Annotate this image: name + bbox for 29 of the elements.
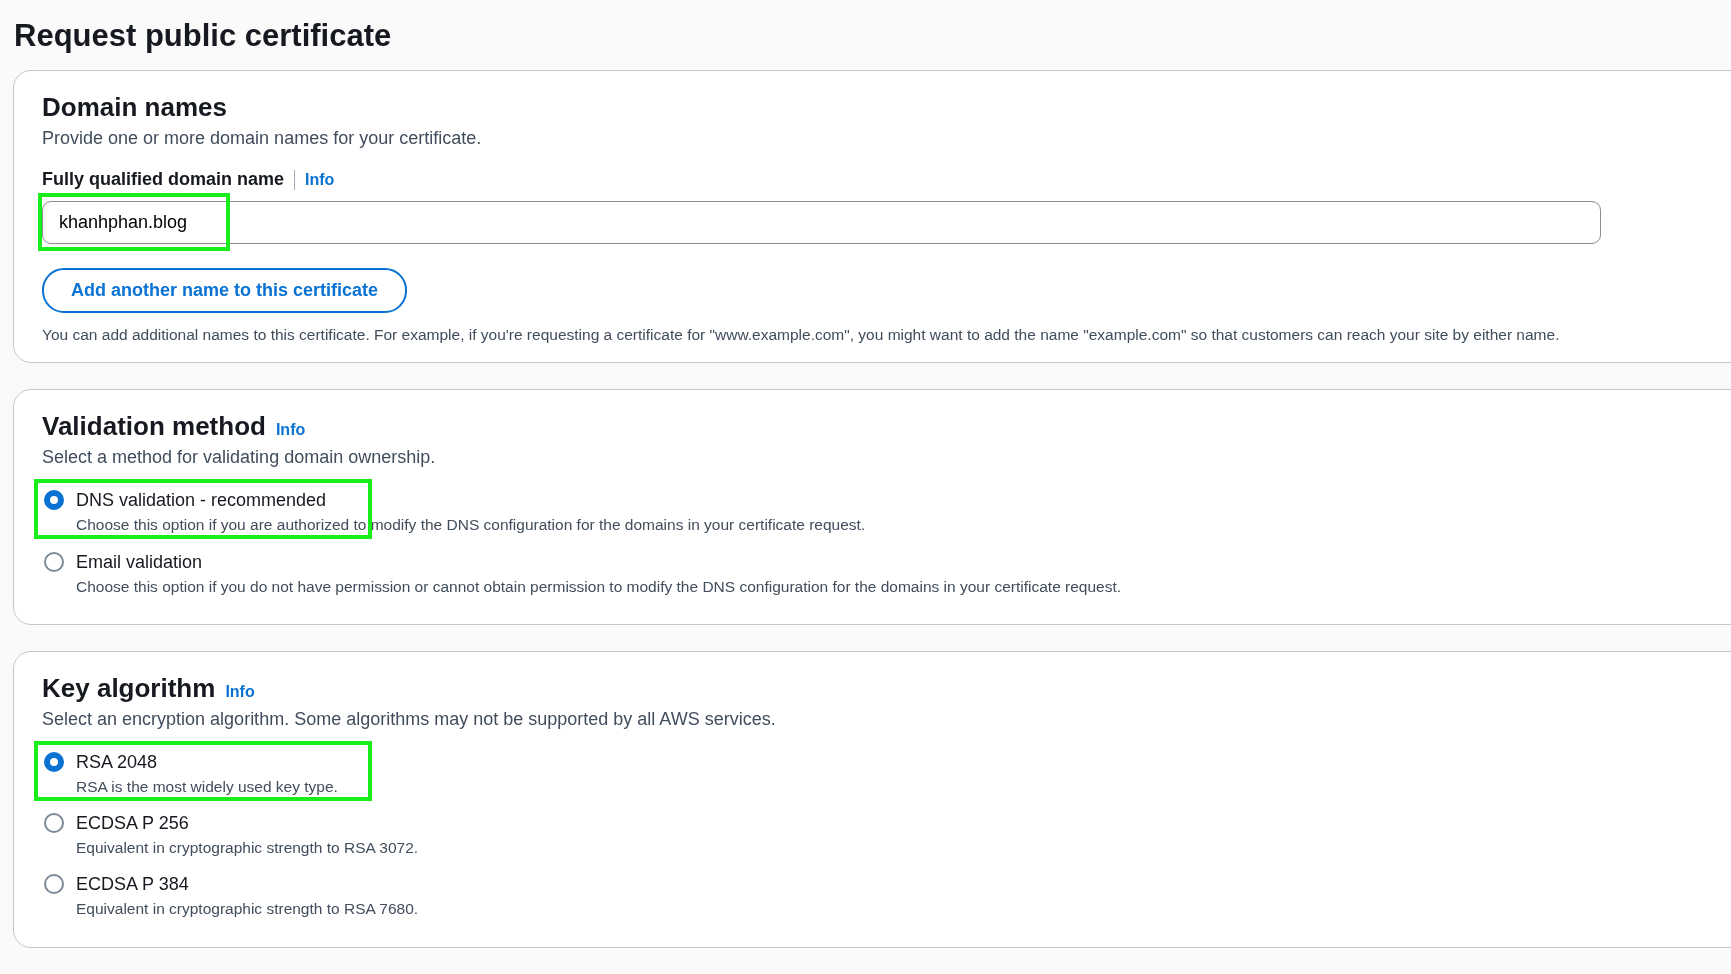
section-heading: Domain names <box>42 91 227 124</box>
option-label: ECDSA P 384 <box>76 873 190 897</box>
option-description: Choose this option if you are authorized to modify the DNS configuration for the domains in your certificate request. <box>76 515 866 536</box>
option-description: RSA is the most widely used key type. <box>76 776 338 797</box>
radio-button[interactable] <box>44 813 64 833</box>
radio-button[interactable] <box>44 874 64 895</box>
info-link[interactable]: Info <box>275 421 306 439</box>
section-description: Provide one or more domain names for your certificate. <box>42 127 483 150</box>
section-description: Select an encryption algorithm. Some algorithms may not be supported by all AWS services. <box>42 707 777 731</box>
option-label: ECDSA P 256 <box>76 812 190 835</box>
add-name-button[interactable]: Add another name to this certificate <box>42 268 408 313</box>
info-link[interactable]: Info <box>225 682 255 700</box>
option-description: Choose this option if you do not have permission or cannot obtain permission to modify the DNS configuration for the domains in your certificate request. <box>76 576 1122 597</box>
section-description: Select a method for validating domain ownership. <box>42 446 437 470</box>
field-label: Fully qualified domain name <box>42 168 285 191</box>
option-label: Email validation <box>76 550 204 574</box>
radio-button[interactable] <box>44 751 64 772</box>
radio-button[interactable] <box>44 490 64 511</box>
section-heading: Validation method <box>42 410 266 444</box>
section-heading: Key algorithm <box>42 671 216 705</box>
option-label: RSA 2048 <box>76 750 159 774</box>
domain-input-field[interactable]: khanhphan.blog <box>42 201 1601 244</box>
option-description: Equivalent in cryptographic strength to RSA 7680. <box>76 899 419 920</box>
option-description: Equivalent in cryptographic strength to RSA 3072. <box>76 838 419 858</box>
option-label: DNS validation - recommended <box>76 489 328 513</box>
hint-text: You can add additional names to this certificate. For example, if you're requesting a certificate for "www.example.com", you might want to add the name "example.com" so that customers can reach your site by either name. <box>42 325 1561 345</box>
info-link[interactable]: Info <box>305 167 335 192</box>
radio-button[interactable] <box>44 551 64 572</box>
page-title: Request public certificate <box>14 17 393 55</box>
